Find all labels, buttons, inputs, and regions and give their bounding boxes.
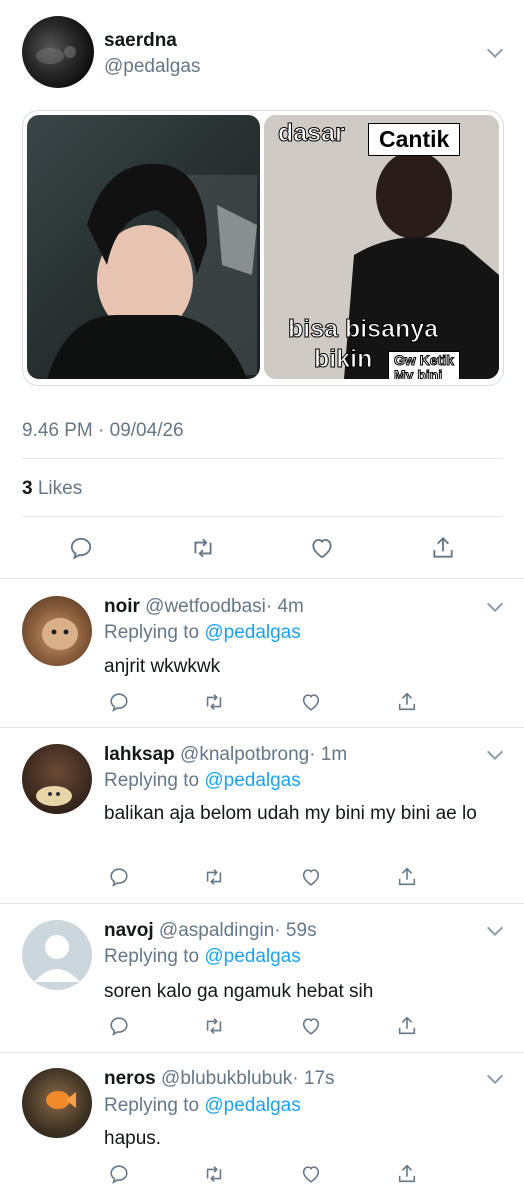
meme-text-bikin: bikin	[313, 345, 373, 374]
media-photo-left[interactable]	[27, 115, 260, 379]
divider	[0, 727, 524, 728]
divider	[0, 1052, 524, 1053]
reply-header: noir @wetfoodbasi· 4m	[104, 596, 304, 618]
reply-handle[interactable]: @knalpotbrong	[180, 744, 309, 765]
chevron-down-icon[interactable]	[484, 596, 506, 618]
replying-prefix: Replying to	[104, 1095, 200, 1116]
chevron-down-icon[interactable]	[484, 42, 506, 64]
reply-handle[interactable]: @aspaldingin	[159, 920, 274, 941]
reply-name[interactable]: navoj	[104, 920, 154, 941]
reply-icon[interactable]	[108, 866, 130, 893]
reply-icon[interactable]	[108, 691, 130, 718]
meme-text-cantik: Cantik	[368, 123, 461, 156]
share-icon[interactable]	[396, 1163, 418, 1190]
meme-tag-line2: My bini	[394, 367, 443, 379]
likes-count: 3	[22, 478, 33, 499]
heart-icon[interactable]	[300, 691, 322, 718]
heart-icon[interactable]	[309, 535, 335, 566]
divider	[0, 903, 524, 904]
chevron-down-icon[interactable]	[484, 744, 506, 766]
chevron-down-icon[interactable]	[484, 1068, 506, 1090]
replying-to: Replying to @pedalgas	[104, 622, 301, 644]
divider	[0, 578, 524, 579]
share-icon[interactable]	[396, 691, 418, 718]
heart-icon[interactable]	[300, 866, 322, 893]
replying-to: Replying to @pedalgas	[104, 770, 301, 792]
retweet-icon[interactable]	[203, 1015, 225, 1042]
tweet-timestamp: 9.46 PM · 09/04/26	[22, 420, 184, 441]
reply-avatar[interactable]	[22, 744, 92, 814]
reply-name[interactable]: lahksap	[104, 744, 175, 765]
divider	[22, 458, 502, 459]
author-name[interactable]: saerdna	[104, 30, 177, 52]
meme-tag-line1: Gw Ketik	[394, 352, 455, 368]
replying-to: Replying to @pedalgas	[104, 1095, 301, 1117]
reply-text: anjrit wkwkwk	[104, 656, 221, 677]
meme-text-bisa: bisa bisanya	[287, 315, 439, 344]
replying-to: Replying to @pedalgas	[104, 946, 301, 968]
reply-name[interactable]: neros	[104, 1068, 156, 1089]
reply-time: · 59s	[274, 920, 317, 941]
reply-text: soren kalo ga ngamuk hebat sih	[104, 981, 374, 1002]
reply-header: neros @blubukblubuk· 17s	[104, 1068, 335, 1090]
retweet-icon[interactable]	[203, 866, 225, 893]
retweet-icon[interactable]	[203, 691, 225, 718]
author-handle[interactable]: @pedalgas	[104, 56, 200, 78]
reply-time: · 4m	[265, 596, 304, 617]
share-icon[interactable]	[396, 1015, 418, 1042]
meme-text-dasar: dasar	[278, 119, 346, 148]
retweet-icon[interactable]	[203, 1163, 225, 1190]
divider	[22, 516, 502, 517]
reply-avatar[interactable]	[22, 596, 92, 666]
likes-label: Likes	[37, 478, 83, 499]
replying-prefix: Replying to	[104, 770, 200, 791]
meme-tag: Gw Ketik My bini	[388, 351, 460, 379]
reply-text: balikan aja belom udah my bini my bini a…	[104, 803, 477, 824]
reply-time: · 1m	[309, 744, 348, 765]
replying-to-link[interactable]: @pedalgas	[204, 1095, 300, 1116]
reply-handle[interactable]: @wetfoodbasi	[145, 596, 266, 617]
share-icon[interactable]	[430, 535, 456, 566]
heart-icon[interactable]	[300, 1163, 322, 1190]
tweet-media[interactable]: dasar Cantik bisa bisanya bikin Gw Ketik…	[22, 110, 504, 386]
replying-to-link[interactable]: @pedalgas	[204, 622, 300, 643]
reply-text: hapus.	[104, 1128, 162, 1149]
reply-icon[interactable]	[108, 1015, 130, 1042]
replying-prefix: Replying to	[104, 622, 200, 643]
reply-name[interactable]: noir	[104, 596, 140, 617]
heart-icon[interactable]	[300, 1015, 322, 1042]
reply-header: navoj @aspaldingin· 59s	[104, 920, 317, 942]
reply-handle[interactable]: @blubukblubuk	[161, 1068, 292, 1089]
likes-stat[interactable]: 3 Likes	[22, 478, 82, 500]
author-avatar[interactable]	[22, 16, 94, 88]
reply-avatar[interactable]	[22, 1068, 92, 1138]
reply-avatar[interactable]	[22, 920, 92, 990]
retweet-icon[interactable]	[190, 535, 216, 566]
replying-to-link[interactable]: @pedalgas	[204, 946, 300, 967]
reply-header: lahksap @knalpotbrong· 1m	[104, 744, 347, 766]
replying-prefix: Replying to	[104, 946, 200, 967]
media-photo-right[interactable]: dasar Cantik bisa bisanya bikin Gw Ketik…	[264, 115, 499, 379]
share-icon[interactable]	[396, 866, 418, 893]
chevron-down-icon[interactable]	[484, 920, 506, 942]
reply-icon[interactable]	[108, 1163, 130, 1190]
reply-time: · 17s	[292, 1068, 335, 1089]
replying-to-link[interactable]: @pedalgas	[204, 770, 300, 791]
reply-icon[interactable]	[68, 535, 94, 566]
